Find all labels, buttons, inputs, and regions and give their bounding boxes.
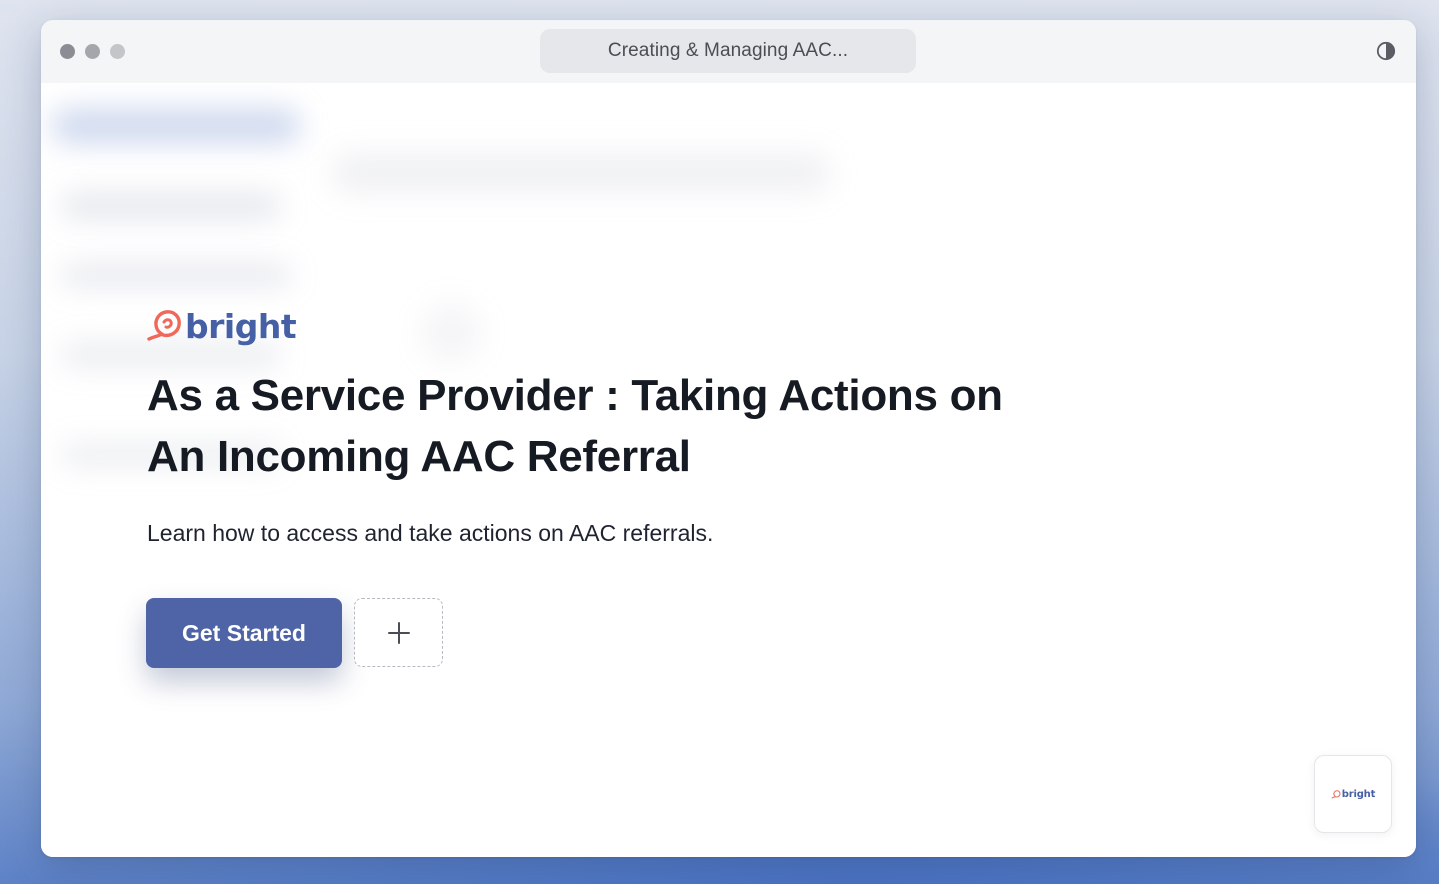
bright-logo-mark-icon — [1331, 789, 1341, 798]
blurred-background-shape — [421, 303, 481, 363]
blurred-background-shape — [61, 193, 281, 219]
blurred-background-shape — [331, 153, 831, 193]
brand-logo: bright — [145, 306, 297, 346]
window-close-dot[interactable] — [60, 44, 75, 59]
tab-title: Creating & Managing AAC... — [607, 40, 849, 61]
window-minimize-dot[interactable] — [85, 44, 100, 59]
bright-logo-mark-icon — [147, 310, 181, 341]
widget-brand-name: bright — [1341, 788, 1376, 800]
title-bar: Creating & Managing AAC... — [41, 20, 1416, 83]
address-bar[interactable]: Creating & Managing AAC... — [540, 29, 916, 73]
browser-window: Creating & Managing AAC... bright As a S… — [41, 20, 1416, 857]
page-content: bright As a Service Provider : Taking Ac… — [41, 83, 1416, 857]
page-title: As a Service Provider : Taking Actions o… — [147, 371, 1003, 481]
bright-widget-button[interactable]: bright — [1314, 755, 1392, 833]
brand-name: bright — [185, 306, 297, 346]
add-button[interactable] — [354, 598, 443, 667]
contrast-icon[interactable] — [1376, 41, 1396, 61]
plus-icon — [387, 621, 410, 644]
blurred-background-shape — [61, 343, 281, 367]
page-subtitle: Learn how to access and take actions on … — [147, 520, 714, 546]
blurred-background-shape — [61, 263, 291, 287]
get-started-button[interactable]: Get Started — [146, 598, 342, 668]
window-zoom-dot[interactable] — [110, 44, 125, 59]
blurred-background-shape — [51, 108, 301, 144]
